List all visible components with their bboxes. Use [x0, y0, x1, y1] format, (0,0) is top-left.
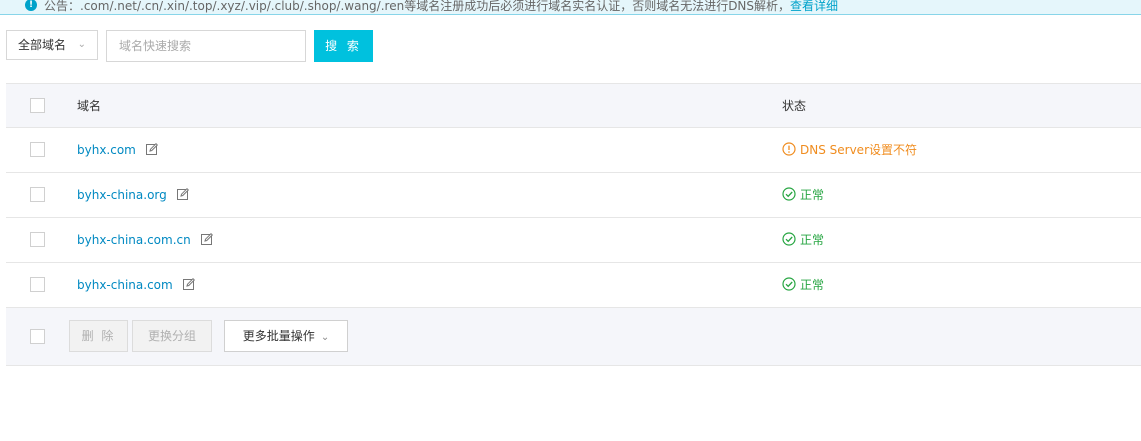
domain-cell: byhx-china.com.cn: [77, 218, 213, 262]
status-cell: 正常: [782, 218, 824, 262]
domain-scope-value: 全部域名: [18, 38, 67, 52]
edit-icon[interactable]: [182, 278, 195, 290]
check-circle-icon: [782, 277, 796, 291]
domain-cell: byhx-china.com: [77, 263, 195, 307]
table-row: byhx-china.com.cn 正常: [6, 218, 1141, 263]
domain-scope-select[interactable]: 全部域名 ⌄: [6, 30, 98, 60]
domain-search-input[interactable]: [106, 30, 306, 62]
more-batch-actions-button[interactable]: 更多批量操作 ⌄: [224, 320, 348, 352]
domain-link[interactable]: byhx-china.org: [77, 188, 167, 202]
footer-select-all-checkbox[interactable]: [30, 329, 45, 344]
announcement-message: 公告：.com/.net/.cn/.xin/.top/.xyz/.vip/.cl…: [44, 0, 791, 13]
domain-table: 域名 状态 byhx.com DNS Server设置不符 byhx-china…: [6, 83, 1141, 366]
status-cell: 正常: [782, 263, 824, 307]
table-row: byhx-china.com 正常: [6, 263, 1141, 308]
check-circle-icon: [782, 187, 796, 201]
change-group-button[interactable]: 更换分组: [132, 320, 212, 352]
table-footer-row: 删 除 更换分组 更多批量操作 ⌄: [6, 308, 1141, 366]
announcement-banner: ! 公告：.com/.net/.cn/.xin/.top/.xyz/.vip/.…: [0, 0, 1141, 15]
select-all-checkbox[interactable]: [30, 98, 45, 113]
status-text: 正常: [800, 188, 825, 202]
check-circle-icon: [782, 232, 796, 246]
row-checkbox[interactable]: [30, 142, 45, 157]
edit-icon[interactable]: [145, 143, 158, 155]
table-row: byhx.com DNS Server设置不符: [6, 128, 1141, 173]
domain-link[interactable]: byhx.com: [77, 143, 136, 157]
table-header-row: 域名 状态: [6, 84, 1141, 128]
status-text: 正常: [800, 233, 825, 247]
chevron-down-icon: ⌄: [320, 332, 330, 343]
announcement-details-link[interactable]: 查看详细: [790, 0, 838, 13]
delete-button[interactable]: 删 除: [69, 320, 128, 352]
column-header-status: 状态: [782, 99, 807, 113]
row-checkbox[interactable]: [30, 232, 45, 247]
domain-cell: byhx-china.org: [77, 173, 189, 217]
search-button[interactable]: 搜 索: [314, 30, 373, 62]
table-row: byhx-china.org 正常: [6, 173, 1141, 218]
toolbar: 全部域名 ⌄ 搜 索: [0, 30, 1141, 62]
status-text: 正常: [800, 278, 825, 292]
chevron-down-icon: ⌄: [77, 39, 86, 50]
more-batch-actions-label: 更多批量操作: [242, 329, 315, 343]
status-text: DNS Server设置不符: [800, 143, 918, 157]
info-icon: !: [25, 0, 37, 11]
row-checkbox[interactable]: [30, 277, 45, 292]
edit-icon[interactable]: [200, 233, 213, 245]
domain-cell: byhx.com: [77, 128, 158, 172]
announcement-text: 公告：.com/.net/.cn/.xin/.top/.xyz/.vip/.cl…: [44, 0, 838, 14]
status-cell: 正常: [782, 173, 824, 217]
domain-link[interactable]: byhx-china.com.cn: [77, 233, 191, 247]
status-cell: DNS Server设置不符: [782, 128, 917, 172]
edit-icon[interactable]: [176, 188, 189, 200]
warning-circle-icon: [782, 142, 796, 156]
column-header-domain: 域名: [77, 99, 102, 113]
domain-link[interactable]: byhx-china.com: [77, 278, 173, 292]
row-checkbox[interactable]: [30, 187, 45, 202]
